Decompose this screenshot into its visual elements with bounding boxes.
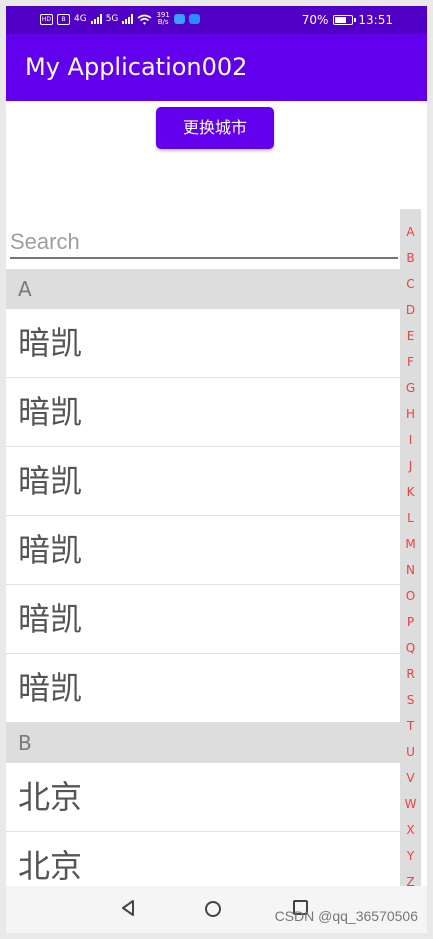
hd-badge-icon: HD — [40, 13, 53, 25]
alphabet-index-bar[interactable]: A B C D E F G H I J K L M N O P Q R S T … — [400, 209, 421, 889]
battery-icon — [333, 15, 357, 25]
index-letter-q[interactable]: Q — [400, 640, 421, 656]
network-badge-icon: B — [57, 13, 70, 25]
index-letter-n[interactable]: N — [400, 562, 421, 578]
city-list-panel: A 暗凯 暗凯 暗凯 暗凯 暗凯 暗凯 B 北京 北京 — [6, 209, 400, 886]
signal-strength-icon-secondary — [122, 14, 134, 24]
index-letter-x[interactable]: X — [400, 822, 421, 838]
index-letter-j[interactable]: J — [400, 458, 421, 474]
index-letter-t[interactable]: T — [400, 718, 421, 734]
device-screenshot-frame: HD B 4G 5G 391 B/s 70% 13:51 My Applicat… — [0, 0, 433, 939]
csdn-watermark: CSDN @qq_36570506 — [274, 908, 418, 924]
signal-strength-icon — [90, 14, 102, 24]
section-header-a: A — [6, 269, 400, 309]
battery-percent: 70% — [301, 13, 329, 27]
network-speed: 391 B/s — [156, 11, 170, 26]
index-letter-s[interactable]: S — [400, 692, 421, 708]
app-status-icon — [188, 14, 200, 24]
signal-label-4g: 4G — [74, 14, 87, 24]
index-letter-y[interactable]: Y — [400, 848, 421, 864]
index-letter-r[interactable]: R — [400, 666, 421, 682]
index-letter-a[interactable]: A — [400, 224, 421, 240]
index-letter-i[interactable]: I — [400, 432, 421, 448]
clock-time: 13:51 — [358, 13, 393, 27]
app-title: My Application002 — [25, 53, 248, 81]
back-icon[interactable] — [119, 898, 137, 918]
index-letter-v[interactable]: V — [400, 770, 421, 786]
city-item-b-1[interactable]: 北京 — [6, 763, 400, 832]
index-letter-b[interactable]: B — [400, 250, 421, 266]
index-letter-l[interactable]: L — [400, 510, 421, 526]
city-item-a-4[interactable]: 暗凯 — [6, 516, 400, 585]
index-letter-u[interactable]: U — [400, 744, 421, 760]
status-bar: HD B 4G 5G 391 B/s 70% 13:51 — [6, 6, 427, 34]
city-item-a-6[interactable]: 暗凯 — [6, 654, 400, 723]
home-icon[interactable] — [205, 901, 221, 917]
index-letter-c[interactable]: C — [400, 276, 421, 292]
city-item-a-1[interactable]: 暗凯 — [6, 309, 400, 378]
city-item-a-2[interactable]: 暗凯 — [6, 378, 400, 447]
cloud-status-icon — [173, 14, 185, 24]
index-letter-d[interactable]: D — [400, 302, 421, 318]
index-letter-m[interactable]: M — [400, 536, 421, 552]
status-left-indicators: HD B 4G 5G 391 B/s — [40, 12, 200, 26]
search-input[interactable] — [10, 227, 398, 259]
index-letter-o[interactable]: O — [400, 588, 421, 604]
signal-label-5g: 5G — [105, 14, 119, 24]
index-letter-k[interactable]: K — [400, 484, 421, 500]
index-letter-p[interactable]: P — [400, 614, 421, 630]
change-city-button[interactable]: 更换城市 — [156, 107, 274, 149]
wifi-icon — [137, 14, 152, 24]
android-screen: HD B 4G 5G 391 B/s 70% 13:51 My Applicat… — [6, 6, 427, 933]
index-letter-g[interactable]: G — [400, 380, 421, 396]
index-letter-e[interactable]: E — [400, 328, 421, 344]
app-title-bar: My Application002 — [6, 34, 427, 101]
city-item-a-3[interactable]: 暗凯 — [6, 447, 400, 516]
status-right-indicators: 70% 13:51 — [302, 13, 393, 27]
system-navigation-bar: CSDN @qq_36570506 — [6, 886, 427, 933]
index-letter-f[interactable]: F — [400, 354, 421, 370]
index-letter-w[interactable]: W — [400, 796, 421, 812]
battery-level-fill — [335, 17, 347, 23]
city-item-a-5[interactable]: 暗凯 — [6, 585, 400, 654]
city-list: A 暗凯 暗凯 暗凯 暗凯 暗凯 暗凯 B 北京 北京 — [6, 269, 400, 886]
index-letter-h[interactable]: H — [400, 406, 421, 422]
section-header-b: B — [6, 723, 400, 763]
city-item-b-2[interactable]: 北京 — [6, 832, 400, 886]
